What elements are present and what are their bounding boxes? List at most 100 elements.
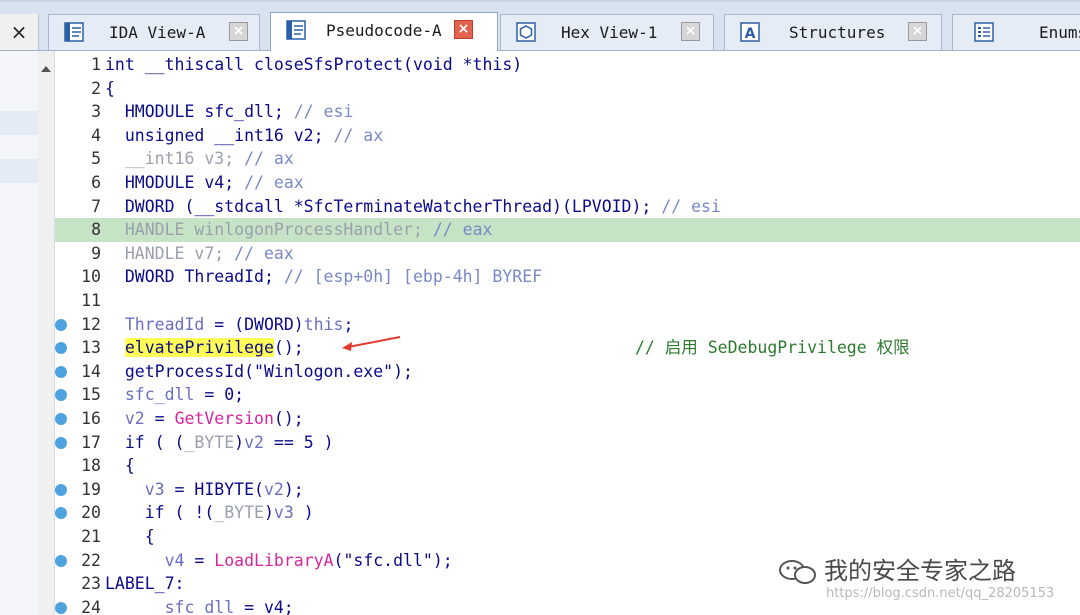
code-token: DWORD ThreadId;: [105, 267, 284, 287]
line-number: 16: [81, 409, 101, 428]
code-variable: v3: [273, 503, 294, 523]
tab-close-button[interactable]: ×: [454, 20, 473, 39]
code-token: = 0;: [194, 385, 245, 405]
code-token: == 5 ): [263, 432, 334, 452]
tab-enums[interactable]: Enums: [952, 14, 1080, 50]
code-token: getProcessId("Winlogon.exe");: [105, 361, 413, 381]
code-line[interactable]: 6 HMODULE v4; // eax: [55, 171, 1080, 195]
code-text: v4 = LoadLibraryA("sfc.dll");: [105, 549, 453, 573]
code-token: = HIBYTE(: [164, 479, 264, 499]
line-number: 10: [81, 267, 101, 287]
code-token: HMODULE sfc_dll;: [105, 102, 294, 122]
code-text: LABEL_7:: [105, 572, 184, 596]
code-variable: v2: [244, 432, 264, 452]
breakpoint-dot-icon[interactable]: [55, 365, 67, 378]
breakpoint-dot-icon[interactable]: [55, 389, 67, 402]
breakpoint-dot-icon[interactable]: [55, 413, 67, 425]
tab-hex-view-1[interactable]: Hex View-1 ×: [500, 14, 714, 50]
code-line[interactable]: 14 getProcessId("Winlogon.exe");: [55, 360, 1080, 384]
code-line[interactable]: 4 unsigned __int16 v2; // ax: [55, 124, 1080, 148]
breakpoint-dot-icon[interactable]: [55, 318, 67, 331]
code-variable: v4: [105, 550, 185, 570]
code-line-highlighted[interactable]: 8 HANDLE winlogonProcessHandler; // eax: [55, 218, 1080, 242]
code-token: ): [293, 503, 314, 523]
code-line[interactable]: 16 v2 = GetVersion();: [55, 407, 1080, 431]
line-number: 8: [91, 220, 101, 240]
code-line[interactable]: 15 sfc_dll = 0;: [55, 383, 1080, 407]
annotation-arrow-icon: [342, 336, 401, 351]
code-token: );: [283, 479, 304, 499]
pseudocode-view[interactable]: 1 int __thiscall closeSfsProtect(void *t…: [55, 51, 1080, 615]
breakpoint-dot-icon[interactable]: [55, 342, 67, 355]
tab-structures[interactable]: A Structures ×: [724, 14, 942, 50]
breakpoint-dot-icon[interactable]: [55, 436, 67, 449]
code-comment: // eax: [432, 220, 493, 240]
code-variable: v2: [263, 479, 284, 499]
structures-icon: A: [740, 22, 760, 42]
code-line[interactable]: 20 if ( !(_BYTE)v3 ): [55, 501, 1080, 525]
code-function: LoadLibraryA: [214, 550, 334, 570]
code-variable: ThreadId: [105, 314, 205, 334]
code-token: =: [184, 550, 215, 570]
code-token: if ( !(: [105, 503, 215, 523]
line-number: 7: [91, 196, 101, 216]
code-line[interactable]: 18 {: [55, 454, 1080, 478]
enums-icon: [974, 22, 994, 42]
line-number: 15: [81, 385, 101, 405]
close-view-button[interactable]: ×: [0, 14, 39, 50]
code-line[interactable]: 21 {: [55, 525, 1080, 549]
code-variable: v3: [105, 479, 165, 499]
tab-close-button[interactable]: ×: [229, 22, 248, 41]
code-line[interactable]: 9 HANDLE v7; // eax: [55, 242, 1080, 266]
hex-view-icon: [516, 22, 536, 42]
code-text: HANDLE v7; // eax: [105, 242, 294, 266]
code-label: LABEL_7:: [105, 574, 185, 594]
code-token: if ( (: [105, 432, 185, 452]
scroll-up-arrow-icon[interactable]: [41, 66, 51, 72]
code-line[interactable]: 7 DWORD (__stdcall *SfcTerminateWatcherT…: [55, 195, 1080, 219]
code-line[interactable]: 3 HMODULE sfc_dll; // esi: [55, 100, 1080, 124]
code-line[interactable]: 17 if ( (_BYTE)v2 == 5 ): [55, 431, 1080, 455]
code-variable: this: [303, 314, 344, 334]
code-token: =: [144, 409, 175, 428]
vertical-scrollbar[interactable]: [38, 51, 55, 615]
code-text: sfc_dll = 0;: [105, 383, 244, 407]
code-token: = (: [204, 314, 245, 334]
code-function: GetVersion: [174, 409, 274, 428]
code-comment: // esi: [661, 196, 721, 216]
breakpoint-dot-icon[interactable]: [55, 601, 67, 614]
code-line[interactable]: 1 int __thiscall closeSfsProtect(void *t…: [55, 53, 1080, 77]
code-line[interactable]: 2 {: [55, 77, 1080, 101]
code-line[interactable]: 13 elvatePrivilege(); // 启用 SeDebugPrivi…: [55, 336, 1080, 360]
code-line[interactable]: 19 v3 = HIBYTE(v2);: [55, 478, 1080, 502]
code-line[interactable]: 11: [55, 289, 1080, 313]
line-number: 17: [81, 432, 101, 452]
tab-close-button[interactable]: ×: [681, 22, 700, 41]
code-comment: // [esp+0h] [ebp-4h] BYREF: [283, 267, 543, 287]
code-line[interactable]: 10 DWORD ThreadId; // [esp+0h] [ebp-4h] …: [55, 265, 1080, 289]
side-panel-edge: [0, 51, 39, 615]
tab-label: Structures: [789, 23, 886, 42]
code-token: = v4;: [234, 597, 294, 615]
code-text: getProcessId("Winlogon.exe");: [105, 360, 413, 384]
code-text: {: [105, 525, 155, 549]
line-number: 19: [81, 479, 101, 499]
breakpoint-dot-icon[interactable]: [55, 483, 67, 496]
breakpoint-dot-icon[interactable]: [55, 507, 67, 520]
code-line[interactable]: 12 ThreadId = (DWORD)this;: [55, 313, 1080, 337]
tab-label: IDA View-A: [109, 23, 206, 42]
code-line[interactable]: 5 __int16 v3; // ax: [55, 147, 1080, 171]
code-token: _BYTE: [214, 503, 264, 523]
code-text: int __thiscall closeSfsProtect(void *thi…: [105, 53, 522, 77]
code-text: ThreadId = (DWORD)this;: [105, 313, 354, 337]
code-token: HMODULE v4;: [105, 173, 245, 192]
tab-ida-view-a[interactable]: IDA View-A ×: [48, 14, 260, 50]
tab-pseudocode-a[interactable]: Pseudocode-A ×: [270, 12, 498, 51]
pseudocode-icon: [286, 20, 306, 40]
breakpoint-dot-icon[interactable]: [55, 554, 67, 567]
code-token: ();: [273, 409, 304, 428]
highlighted-function-call[interactable]: elvatePrivilege: [124, 338, 274, 358]
tab-close-button[interactable]: ×: [908, 22, 927, 41]
code-text: v3 = HIBYTE(v2);: [105, 478, 304, 502]
